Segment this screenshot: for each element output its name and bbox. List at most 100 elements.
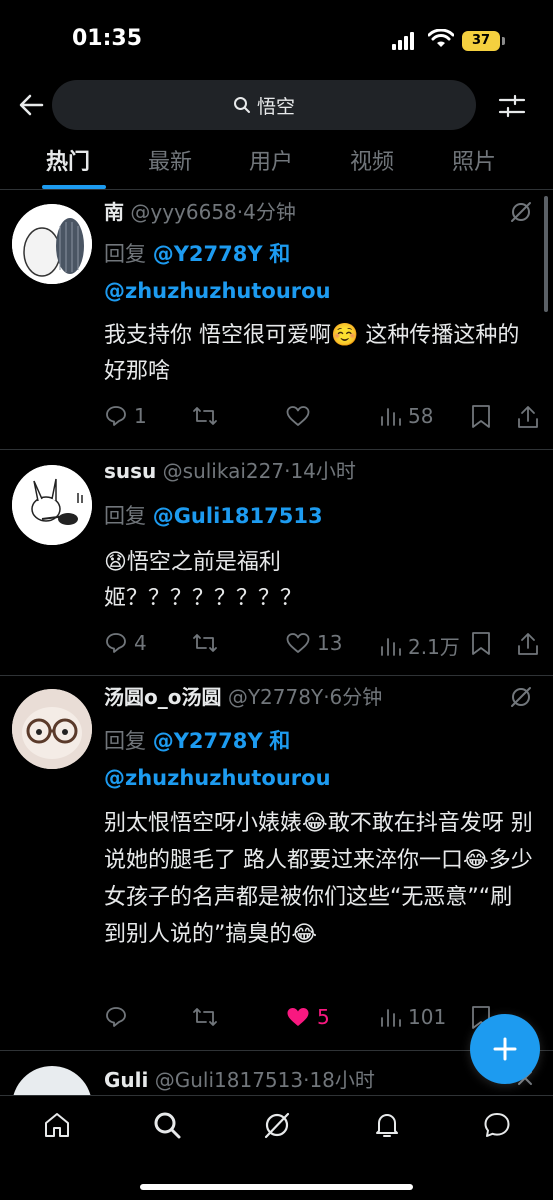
home-icon[interactable] <box>42 1110 72 1140</box>
repost-icon <box>193 1008 217 1026</box>
views-chart-icon <box>381 1009 401 1027</box>
tweet-header: 汤圆o_o汤圆 @Y2778Y·6分钟 <box>104 681 493 710</box>
user-handle[interactable]: @Guli1817513 <box>155 1068 303 1092</box>
messages-icon[interactable] <box>482 1110 512 1140</box>
cellular-signal-icon <box>392 32 414 50</box>
share-icon[interactable] <box>516 404 540 430</box>
mention-joiner: 和 <box>269 242 291 266</box>
grok-icon[interactable] <box>509 685 533 709</box>
reply-icon <box>106 406 126 426</box>
timestamp: 4分钟 <box>243 200 296 224</box>
tab-videos[interactable]: 视频 <box>350 144 394 176</box>
timestamp: 18小时 <box>309 1068 375 1092</box>
avatar[interactable] <box>12 1066 92 1096</box>
home-indicator <box>140 1184 413 1190</box>
tab-latest[interactable]: 最新 <box>148 144 192 176</box>
repost-button[interactable] <box>192 404 224 428</box>
repost-button[interactable] <box>192 1005 224 1029</box>
tab-people[interactable]: 用户 <box>249 144 293 176</box>
repost-icon <box>193 407 217 425</box>
battery-indicator: 37 <box>462 31 505 51</box>
reply-count: 1 <box>134 404 147 428</box>
display-name[interactable]: Guli <box>104 1068 148 1092</box>
compose-button[interactable] <box>470 1014 540 1084</box>
like-button[interactable] <box>285 404 317 428</box>
tweet-actions: 4 13 2.1万 <box>104 631 544 661</box>
tab-photos[interactable]: 照片 <box>452 144 496 176</box>
tab-top[interactable]: 热门 <box>46 144 90 176</box>
search-icon[interactable] <box>152 1110 182 1140</box>
reply-context: 回复 @Y2778Y 和 @zhuzhuzhutourou <box>104 236 331 310</box>
reply-count: 4 <box>134 631 147 655</box>
plus-icon <box>493 1037 517 1061</box>
tweet-header: susu @sulikai227·14小时 <box>104 455 493 484</box>
view-count: 58 <box>408 404 434 428</box>
user-handle[interactable]: @yyy6658 <box>130 200 236 224</box>
grok-icon[interactable] <box>262 1110 292 1140</box>
user-handle[interactable]: @sulikai227 <box>163 459 284 483</box>
tweet-header: Guli @Guli1817513·18小时 <box>104 1064 493 1093</box>
search-query: 悟空 <box>256 95 295 118</box>
like-count: 5 <box>317 1005 330 1029</box>
display-name[interactable]: susu <box>104 459 156 483</box>
view-count: 2.1万 <box>408 635 460 659</box>
display-name[interactable]: 汤圆o_o汤圆 <box>104 685 221 709</box>
views-button[interactable]: 101 <box>378 1005 446 1029</box>
bookmark-icon[interactable] <box>470 404 492 430</box>
mention-link[interactable]: @Guli1817513 <box>153 504 323 528</box>
tweet[interactable]: Guli @Guli1817513·18小时 <box>0 1052 553 1096</box>
views-chart-icon <box>381 637 401 656</box>
mention-joiner: 和 <box>269 729 291 753</box>
share-icon[interactable] <box>516 631 540 657</box>
views-button[interactable]: 58 <box>378 404 433 428</box>
clock: 01:35 <box>72 26 143 51</box>
filter-sliders-icon[interactable] <box>498 92 526 120</box>
mention-link[interactable]: @Y2778Y <box>153 729 263 753</box>
like-button[interactable]: 5 <box>285 1005 330 1029</box>
reply-icon <box>106 1007 126 1027</box>
reply-prefix: 回复 <box>104 242 146 266</box>
back-arrow-icon[interactable] <box>18 92 44 118</box>
tweet[interactable]: 南 @yyy6658·4分钟 回复 @Y2778Y 和 @zhuzhuzhuto… <box>0 192 553 450</box>
timestamp: 6分钟 <box>329 685 383 709</box>
bookmark-icon[interactable] <box>470 631 492 657</box>
tweet-text: 别太恨悟空呀小婊婊😂敢不敢在抖音发呀 别说她的腿毛了 路人都要过来淬你一口😂多少… <box>104 811 533 947</box>
heart-filled-icon <box>287 1008 309 1026</box>
reply-context: 回复 @Y2778Y 和 @zhuzhuzhutourou <box>104 723 331 797</box>
repost-icon <box>193 634 217 652</box>
tweet[interactable]: 汤圆o_o汤圆 @Y2778Y·6分钟 回复 @Y2778Y 和 @zhuzhu… <box>0 677 553 1051</box>
reply-button[interactable] <box>104 1005 134 1029</box>
reply-context: 回复 @Guli1817513 <box>104 498 323 535</box>
grok-icon[interactable] <box>509 200 533 224</box>
tweet[interactable]: susu @sulikai227·14小时 回复 @Guli1817513 😧悟… <box>0 451 553 676</box>
reply-prefix: 回复 <box>104 504 146 528</box>
avatar[interactable] <box>12 204 92 284</box>
status-bar: 01:35 37 <box>0 0 553 80</box>
mention-link[interactable]: @zhuzhuzhutourou <box>104 279 331 303</box>
search-header: 悟空 <box>0 80 553 132</box>
like-count: 13 <box>317 631 343 655</box>
search-tabs: 热门 最新 用户 视频 照片 <box>0 140 553 190</box>
search-input[interactable]: 悟空 <box>52 80 476 130</box>
active-tab-indicator <box>42 185 106 189</box>
mention-link[interactable]: @Y2778Y <box>153 242 263 266</box>
notifications-bell-icon[interactable] <box>372 1110 402 1140</box>
views-chart-icon <box>381 408 401 426</box>
tweet-text: 我支持你 悟空很可爱啊☺️ 这种传播这种的好那啥 <box>104 323 520 384</box>
reply-button[interactable]: 1 <box>104 404 147 428</box>
avatar[interactable] <box>12 465 92 545</box>
search-icon <box>233 97 250 113</box>
user-handle[interactable]: @Y2778Y <box>228 685 323 709</box>
repost-button[interactable] <box>192 631 224 655</box>
views-button[interactable]: 2.1万 <box>378 631 460 660</box>
tweet-text: 😧悟空之前是福利姬？？？？？？？？ <box>104 550 303 611</box>
display-name[interactable]: 南 <box>104 200 124 224</box>
heart-icon <box>286 633 310 653</box>
reply-prefix: 回复 <box>104 729 146 753</box>
avatar[interactable] <box>12 689 92 769</box>
reply-button[interactable]: 4 <box>104 631 147 655</box>
tweet-header: 南 @yyy6658·4分钟 <box>104 196 493 225</box>
tweet-actions: 1 58 <box>104 404 544 434</box>
mention-link[interactable]: @zhuzhuzhutourou <box>104 766 331 790</box>
like-button[interactable]: 13 <box>285 631 342 655</box>
